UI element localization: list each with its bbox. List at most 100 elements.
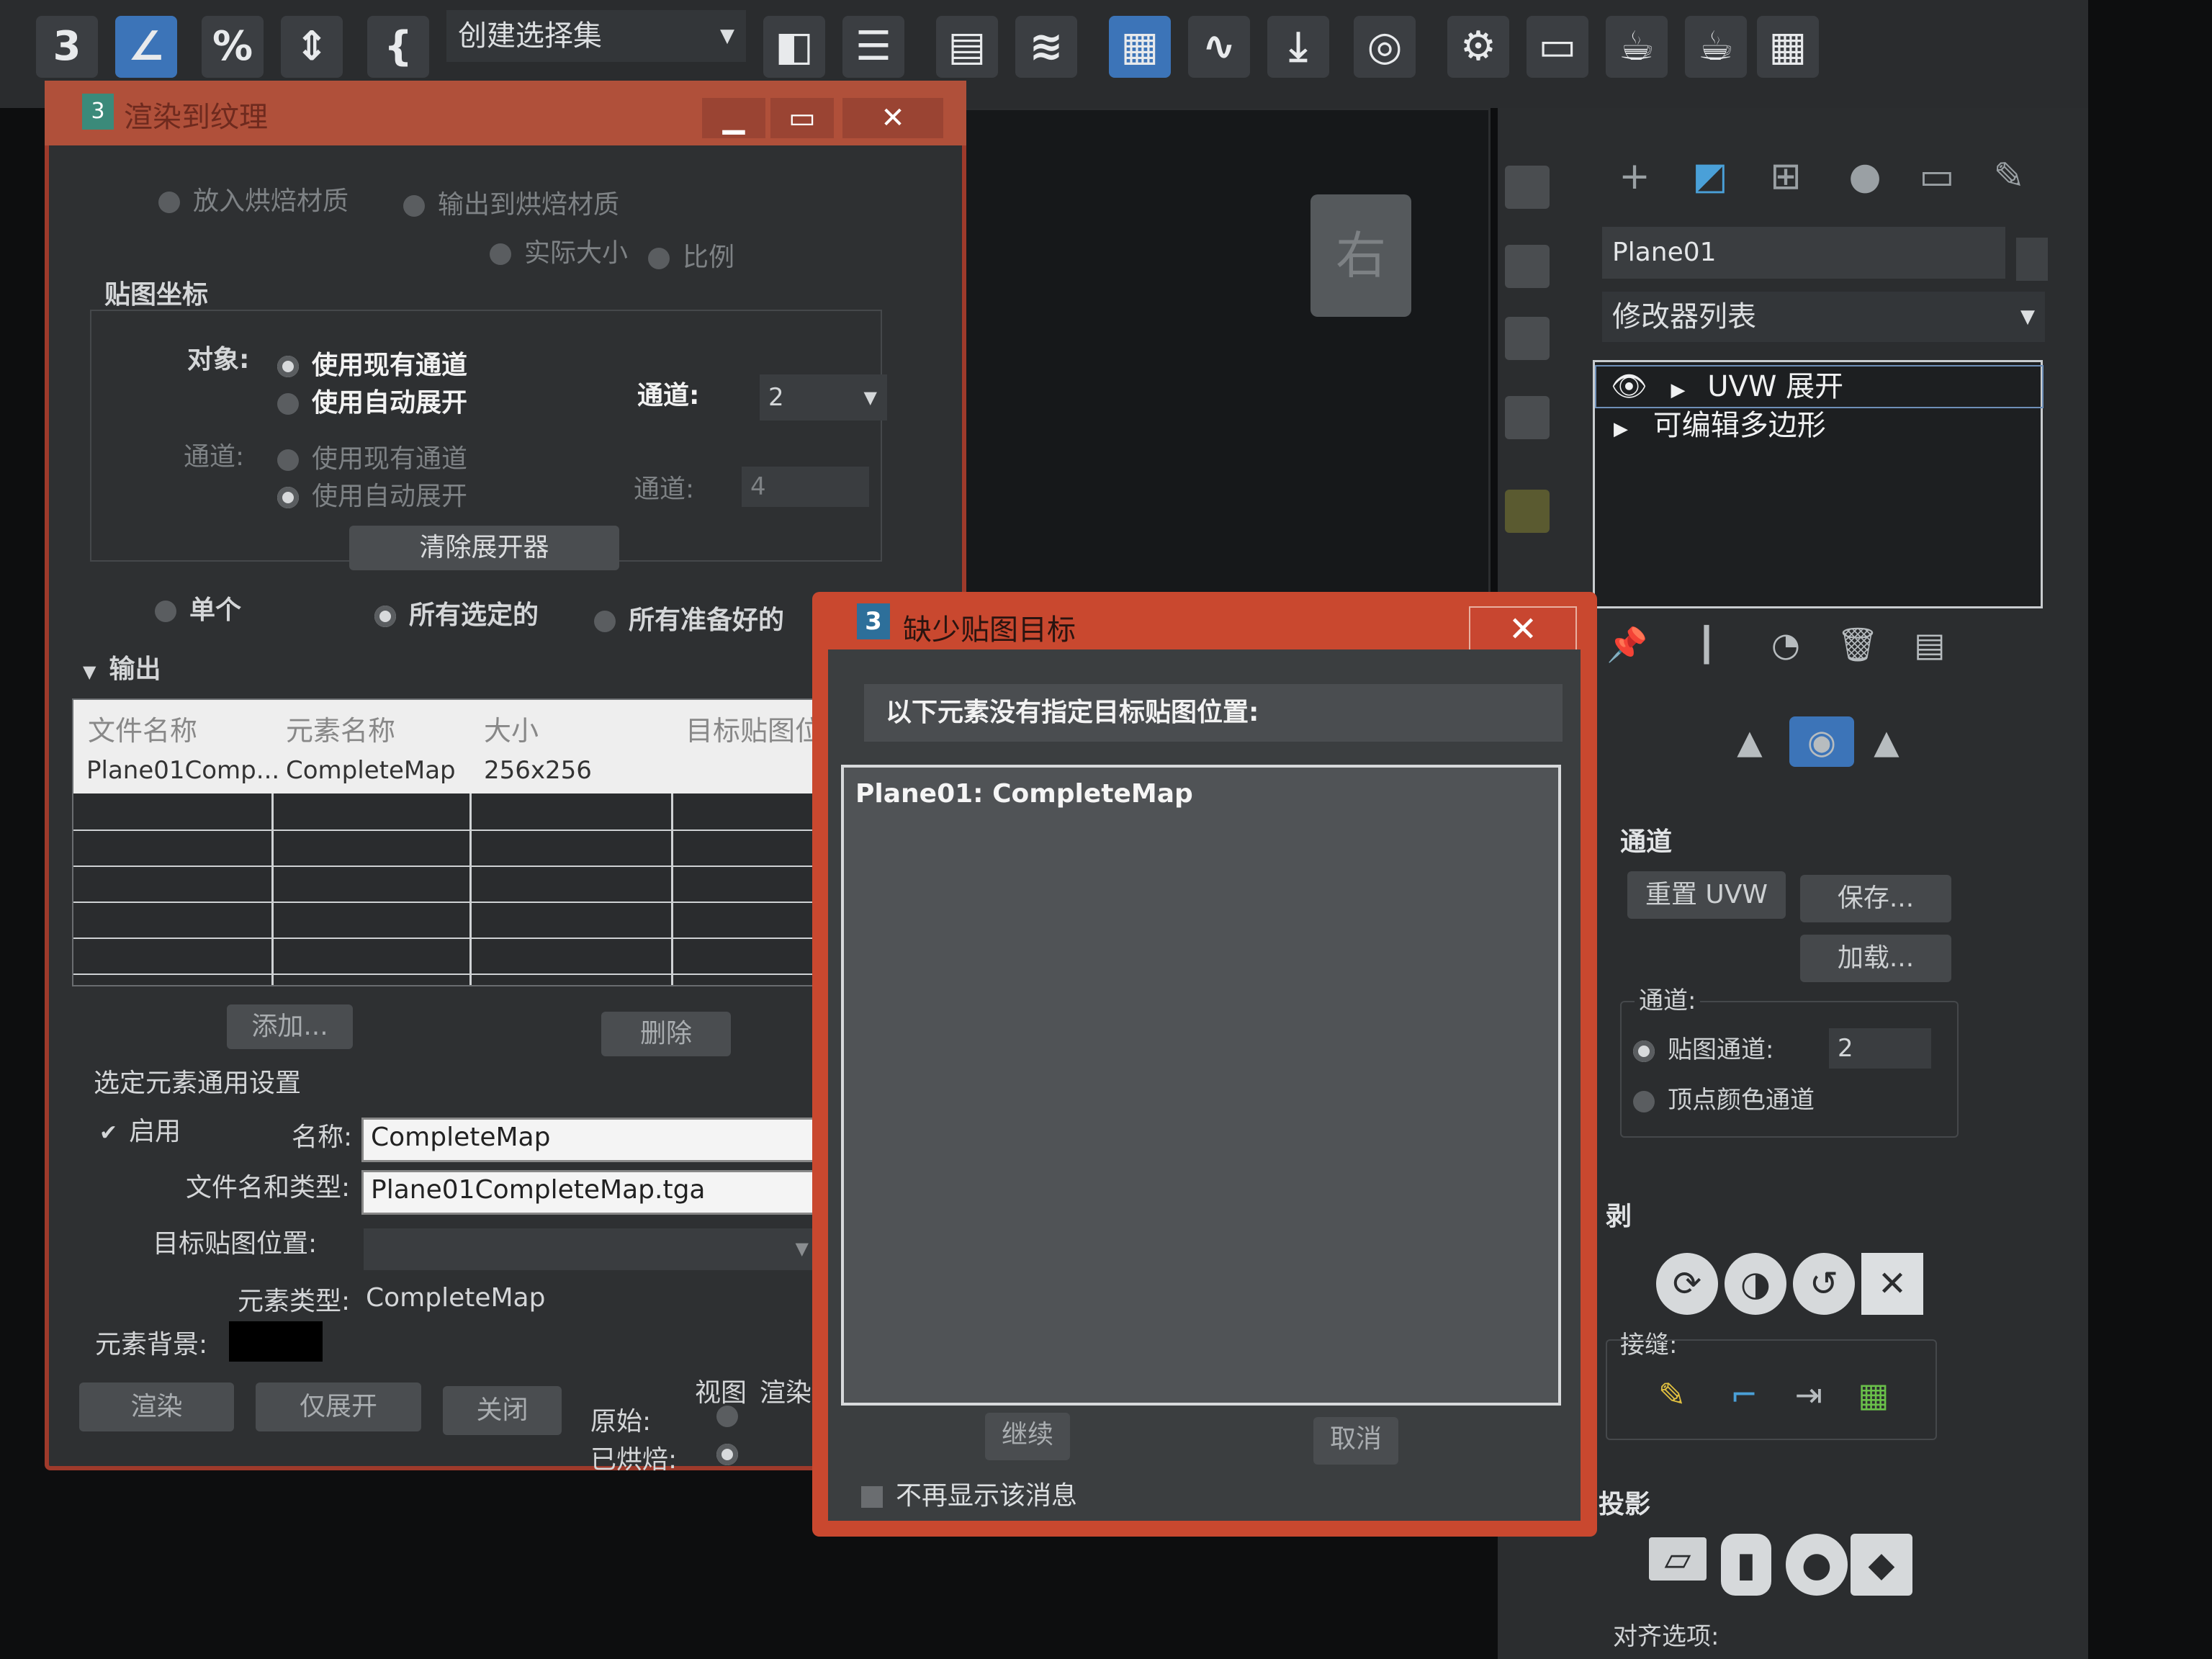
vertex-color-radio[interactable]: 顶点颜色通道 <box>1633 1080 1815 1115</box>
col-file-name[interactable]: 文件名称 <box>88 709 197 748</box>
show-end-result-icon[interactable]: ┃ <box>1685 619 1728 670</box>
reset-uvw-button[interactable]: 重置 UVW <box>1627 871 1786 919</box>
col-element-name[interactable]: 元素名称 <box>286 709 395 748</box>
vertex-mode-icon[interactable]: ▲ <box>1721 716 1779 767</box>
selection-set-dropdown[interactable]: 创建选择集 ▼ <box>446 10 746 62</box>
stack-item-uvw[interactable]: 👁 ▶ UVW 展开 <box>1595 365 2044 408</box>
map-channel-radio[interactable]: 贴图通道: <box>1633 1030 1773 1065</box>
use-existing-channel-radio[interactable]: 使用现有通道 <box>277 344 467 382</box>
trash-icon[interactable]: 🗑 <box>1836 619 1879 670</box>
eye-icon[interactable]: 👁 <box>1611 370 1647 403</box>
create-tab-icon[interactable]: + <box>1613 155 1656 198</box>
modifier-list-dropdown[interactable]: 修改器列表 ▼ <box>1602 292 2045 342</box>
enable-checkbox[interactable]: ✔ 启用 <box>99 1110 181 1148</box>
expand-arrow-icon[interactable]: ▶ <box>1614 418 1628 440</box>
edge-sel-to-seam-icon[interactable]: ⌐ <box>1722 1370 1766 1420</box>
object-name-field[interactable]: Plane01 <box>1602 227 2005 279</box>
use-auto-unwrap-radio[interactable]: 使用自动展开 <box>277 382 467 419</box>
pelt-map-icon[interactable]: ◑ <box>1725 1253 1786 1315</box>
table-row[interactable] <box>73 974 834 975</box>
save-button[interactable]: 保存... <box>1800 875 1951 922</box>
channel-section-header[interactable]: 通道 <box>1620 821 1672 858</box>
bake-material-radio[interactable]: 放入烘焙材质 <box>158 180 349 217</box>
sub-use-existing-radio[interactable]: 使用现有通道 <box>277 438 467 475</box>
add-button[interactable]: 添加... <box>227 1004 353 1049</box>
col-target-map[interactable]: 目标贴图位 <box>685 709 822 748</box>
snap-toggle-icon[interactable]: 3 <box>36 16 98 78</box>
render-frame-icon[interactable] <box>1505 245 1550 288</box>
ratio-radio[interactable]: 比例 <box>648 236 734 274</box>
expand-arrow-icon[interactable]: ▶ <box>1671 379 1686 401</box>
stack-item-editable-poly[interactable]: ▶ 可编辑多边形 <box>1595 405 2041 446</box>
name-input[interactable]: CompleteMap <box>361 1118 816 1162</box>
viewcube[interactable]: 右 <box>1310 194 1411 317</box>
render-button[interactable]: 渲染 <box>79 1382 234 1431</box>
edge-mode-icon[interactable]: ◉ <box>1789 716 1854 767</box>
list-icon[interactable] <box>1505 317 1550 360</box>
curve-editor-icon[interactable]: ∿ <box>1188 16 1250 78</box>
channel-dropdown[interactable]: 2 ▼ <box>760 374 887 421</box>
configure-sets-icon[interactable]: ▤ <box>1908 619 1951 670</box>
element-bg-swatch[interactable] <box>229 1321 323 1362</box>
all-selected-radio[interactable]: 所有选定的 <box>374 594 539 631</box>
original-view-radio[interactable] <box>716 1406 751 1427</box>
material-editor-icon[interactable]: ◎ <box>1354 16 1416 78</box>
minimize-button[interactable]: ▁ <box>702 98 765 138</box>
edit-named-selection-icon[interactable]: { <box>367 16 429 78</box>
percent-snap-icon[interactable]: % <box>202 16 264 78</box>
layer-icon[interactable]: ≋ <box>1015 16 1077 78</box>
output-bake-radio[interactable]: 输出到烘焙材质 <box>403 184 619 221</box>
teapot-icon[interactable] <box>1505 166 1550 209</box>
projection-section-header[interactable]: 投影 <box>1599 1483 1650 1521</box>
file-name-input[interactable]: Plane01CompleteMap.tga <box>361 1170 816 1215</box>
load-button[interactable]: 加载... <box>1800 935 1951 982</box>
peel-section-header[interactable]: 剥 <box>1606 1195 1632 1233</box>
table-cell[interactable]: CompleteMap <box>286 756 456 785</box>
display-tab-icon[interactable]: ▭ <box>1915 155 1959 198</box>
motion-tab-icon[interactable]: ● <box>1843 155 1887 198</box>
layer-explorer-icon[interactable]: ▤ <box>936 16 998 78</box>
close-dialog-button[interactable]: 关闭 <box>443 1386 562 1435</box>
close-button[interactable]: ✕ <box>842 98 943 138</box>
maximize-button[interactable]: ▭ <box>770 98 834 138</box>
dont-show-checkbox[interactable]: 不再显示该消息 <box>861 1475 1077 1512</box>
pin-stack-icon[interactable]: 📌 <box>1606 619 1649 670</box>
render-iterative-icon[interactable]: ☕ <box>1685 16 1747 78</box>
make-unique-icon[interactable]: ◔ <box>1764 619 1807 670</box>
hierarchy-tab-icon[interactable]: ⊞ <box>1764 155 1807 198</box>
output-table[interactable]: 文件名称 元素名称 大小 目标贴图位 Plane01Comp... Comple… <box>72 698 835 986</box>
output-section-header[interactable]: ▼ 输出 <box>83 648 161 685</box>
utilities-tab-icon[interactable]: ✎ <box>1987 155 2031 198</box>
seam-mapping-icon[interactable]: ✕ <box>1861 1253 1923 1315</box>
spherical-map-icon[interactable]: ● <box>1786 1534 1848 1596</box>
align-icon[interactable]: ☰ <box>842 16 904 78</box>
seam-expand-icon[interactable]: ⇥ <box>1787 1370 1830 1420</box>
viewport[interactable] <box>958 108 1491 626</box>
target-map-dropdown[interactable]: ▼ <box>364 1228 819 1270</box>
map-channel-spinner[interactable]: 2 <box>1829 1028 1931 1069</box>
box-map-icon[interactable]: ◆ <box>1851 1534 1912 1596</box>
sub-channel-spinner[interactable]: 4 <box>742 467 869 507</box>
table-row[interactable] <box>73 902 834 903</box>
render-icon[interactable]: ☕ <box>1606 16 1668 78</box>
render-setup-icon[interactable]: ⚙ <box>1447 16 1509 78</box>
angle-snap-icon[interactable]: ∠ <box>115 16 177 78</box>
planar-map-icon[interactable]: ▱ <box>1649 1537 1707 1581</box>
face-mode-icon[interactable]: ▲ <box>1858 716 1915 767</box>
spinner-snap-icon[interactable]: ⇕ <box>281 16 343 78</box>
schematic-view-icon[interactable]: ⤓ <box>1267 16 1329 78</box>
dialog-close-button[interactable]: ✕ <box>1469 606 1577 652</box>
sub-use-auto-radio[interactable]: 使用自动展开 <box>277 475 467 513</box>
all-prepared-radio[interactable]: 所有准备好的 <box>594 599 784 637</box>
actual-size-radio[interactable]: 实际大小 <box>490 232 628 269</box>
table-row[interactable] <box>73 938 834 939</box>
unwrap-only-button[interactable]: 仅展开 <box>256 1382 421 1431</box>
clear-unwrapper-button[interactable]: 清除展开器 <box>349 526 619 570</box>
rendered-frame-icon[interactable]: ▭ <box>1527 16 1588 78</box>
modify-tab-icon[interactable]: ◩ <box>1689 155 1732 198</box>
single-radio[interactable]: 单个 <box>155 589 241 626</box>
relax-icon[interactable]: ↺ <box>1793 1253 1855 1315</box>
list-item[interactable]: Plane01: CompleteMap <box>855 779 1193 809</box>
scene-explorer-icon[interactable]: ▦ <box>1109 16 1171 78</box>
col-size[interactable]: 大小 <box>484 709 539 748</box>
